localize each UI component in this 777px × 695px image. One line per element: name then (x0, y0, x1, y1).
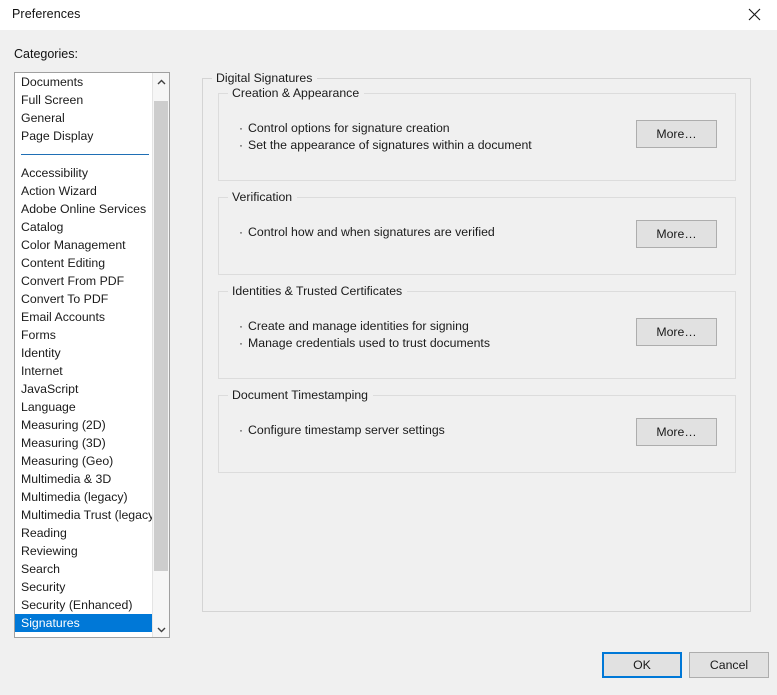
section-title-verification: Verification (228, 190, 298, 204)
sidebar-item-search[interactable]: Search (15, 560, 154, 578)
sidebar-item-forms[interactable]: Forms (15, 326, 154, 344)
more-button-creation-appearance[interactable]: More… (636, 120, 717, 148)
categories-list: Documents Full Screen General Page Display A… (15, 73, 154, 637)
bullet-item: · Create and manage identities for signin… (239, 318, 490, 335)
categories-scrollbar[interactable] (152, 73, 169, 637)
bullet-text: Set the appearance of signatures within … (248, 138, 532, 152)
bullet-item: · Control options for signature creation (239, 120, 532, 137)
bullet-item: · Control how and when signatures are ver… (239, 224, 495, 241)
bullet-dot-icon: · (239, 319, 243, 333)
sidebar-item-general[interactable]: General (15, 109, 154, 127)
sidebar-item-measuring-3d[interactable]: Measuring (3D) (15, 434, 154, 452)
bullet-dot-icon: · (239, 423, 243, 437)
sidebar-item-content-editing[interactable]: Content Editing (15, 254, 154, 272)
section-bullets-identities-trusted-certificates: · Create and manage identities for signin… (239, 318, 490, 352)
sidebar-item-javascript[interactable]: JavaScript (15, 380, 154, 398)
ok-button[interactable]: OK (602, 652, 682, 678)
close-button[interactable] (731, 0, 777, 29)
bullet-item: · Configure timestamp server settings (239, 422, 445, 439)
sidebar-item-multimedia-trust-legacy[interactable]: Multimedia Trust (legacy) (15, 506, 154, 524)
sidebar-item-catalog[interactable]: Catalog (15, 218, 154, 236)
sidebar-item-full-screen[interactable]: Full Screen (15, 91, 154, 109)
sidebar-item-multimedia-legacy[interactable]: Multimedia (legacy) (15, 488, 154, 506)
sidebar-item-convert-from-pdf[interactable]: Convert From PDF (15, 272, 154, 290)
bullet-text: Control options for signature creation (248, 121, 450, 135)
sidebar-item-adobe-online-services[interactable]: Adobe Online Services (15, 200, 154, 218)
categories-label: Categories: (14, 47, 78, 61)
section-bullets-creation-appearance: · Control options for signature creation ·… (239, 120, 532, 154)
window-title: Preferences (12, 7, 81, 21)
categories-listbox[interactable]: Documents Full Screen General Page Display A… (14, 72, 170, 638)
more-button-verification[interactable]: More… (636, 220, 717, 248)
bullet-text: Configure timestamp server settings (248, 423, 445, 437)
sidebar-item-reading[interactable]: Reading (15, 524, 154, 542)
chevron-down-icon (157, 622, 166, 636)
scrollbar-thumb[interactable] (154, 101, 168, 571)
bullet-dot-icon: · (239, 336, 243, 350)
sidebar-item-security-enhanced[interactable]: Security (Enhanced) (15, 596, 154, 614)
close-icon (748, 8, 761, 21)
section-verification: Verification · Control how and when signat… (218, 190, 736, 275)
section-creation-appearance: Creation & Appearance · Control options fo… (218, 86, 736, 181)
sidebar-item-reviewing[interactable]: Reviewing (15, 542, 154, 560)
bullet-text: Create and manage identities for signing (248, 319, 469, 333)
bullet-dot-icon: · (239, 138, 243, 152)
sidebar-item-color-management[interactable]: Color Management (15, 236, 154, 254)
title-bar: Preferences (0, 0, 777, 30)
sidebar-item-signatures[interactable]: Signatures (15, 614, 154, 632)
sidebar-item-accessibility[interactable]: Accessibility (15, 164, 154, 182)
section-document-timestamping: Document Timestamping · Configure timestam… (218, 388, 736, 473)
section-title-document-timestamping: Document Timestamping (228, 388, 374, 402)
section-bullets-document-timestamping: · Configure timestamp server settings (239, 422, 445, 439)
sidebar-item-email-accounts[interactable]: Email Accounts (15, 308, 154, 326)
digital-signatures-group-title: Digital Signatures (212, 71, 318, 85)
more-button-identities-trusted-certificates[interactable]: More… (636, 318, 717, 346)
section-title-identities-trusted-certificates: Identities & Trusted Certificates (228, 284, 408, 298)
digital-signatures-group: Digital Signatures Creation & Appearance… (202, 71, 751, 612)
bullet-text: Control how and when signatures are veri… (248, 225, 495, 239)
bullet-dot-icon: · (239, 225, 243, 239)
scroll-up-button[interactable] (153, 73, 169, 90)
sidebar-item-identity[interactable]: Identity (15, 344, 154, 362)
sidebar-item-documents[interactable]: Documents (15, 73, 154, 91)
sidebar-item-action-wizard[interactable]: Action Wizard (15, 182, 154, 200)
section-title-creation-appearance: Creation & Appearance (228, 86, 365, 100)
sidebar-separator (15, 145, 154, 164)
sidebar-separator-line (21, 154, 149, 155)
bullet-text: Manage credentials used to trust documen… (248, 336, 490, 350)
bullet-item: · Set the appearance of signatures within… (239, 137, 532, 154)
sidebar-item-measuring-2d[interactable]: Measuring (2D) (15, 416, 154, 434)
sidebar-item-multimedia-3d[interactable]: Multimedia & 3D (15, 470, 154, 488)
sidebar-item-security[interactable]: Security (15, 578, 154, 596)
more-button-document-timestamping[interactable]: More… (636, 418, 717, 446)
cancel-button[interactable]: Cancel (689, 652, 769, 678)
sidebar-item-internet[interactable]: Internet (15, 362, 154, 380)
sidebar-item-page-display[interactable]: Page Display (15, 127, 154, 145)
sidebar-item-measuring-geo[interactable]: Measuring (Geo) (15, 452, 154, 470)
sidebar-item-convert-to-pdf[interactable]: Convert To PDF (15, 290, 154, 308)
bullet-dot-icon: · (239, 121, 243, 135)
section-identities-trusted-certificates: Identities & Trusted Certificates · Create… (218, 284, 736, 379)
scroll-down-button[interactable] (153, 620, 169, 637)
section-bullets-verification: · Control how and when signatures are ver… (239, 224, 495, 241)
chevron-up-icon (157, 75, 166, 89)
sidebar-item-language[interactable]: Language (15, 398, 154, 416)
bullet-item: · Manage credentials used to trust docume… (239, 335, 490, 352)
